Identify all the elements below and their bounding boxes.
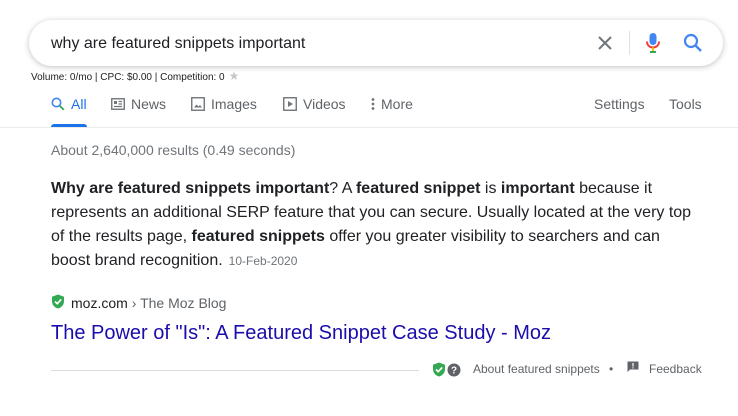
tab-label: More [381, 96, 413, 112]
svg-text:?: ? [451, 365, 457, 376]
tab-label: Videos [303, 96, 346, 112]
result-breadcrumb: › The Moz Blog [131, 295, 227, 311]
search-input[interactable] [51, 33, 591, 55]
help-icon[interactable]: ? [447, 363, 461, 382]
mic-icon[interactable] [641, 31, 665, 55]
snippet-date: 10-Feb-2020 [228, 254, 298, 268]
tab-images[interactable]: Images [191, 96, 257, 112]
tab-more[interactable]: More [371, 96, 413, 112]
news-icon [111, 98, 125, 110]
search-bar [29, 20, 723, 66]
snippet-bold-text: featured snippets [191, 228, 325, 245]
snippet-text: ? A [329, 180, 356, 197]
divider [629, 31, 630, 55]
tab-label: Tools [669, 96, 702, 112]
snippet-text: is [480, 180, 501, 197]
tab-label: All [71, 96, 87, 112]
tab-news[interactable]: News [111, 96, 166, 112]
video-icon [283, 97, 297, 111]
image-icon [191, 97, 205, 111]
tab-label: Images [211, 96, 257, 112]
divider [51, 370, 419, 371]
keyword-metrics: Volume: 0/mo | CPC: $0.00 | Competition:… [31, 69, 239, 83]
snippet-bold-text: featured snippet [355, 180, 481, 197]
tab-settings[interactable]: Settings [594, 96, 645, 112]
featured-snippet-text: Why are featured snippets important? A f… [51, 177, 701, 273]
verified-shield-icon [51, 294, 65, 312]
search-tabs: All News Images Videos More Settings Too… [0, 94, 738, 128]
active-tab-indicator [51, 124, 87, 127]
result-domain: moz.com [71, 295, 128, 311]
separator-dot: • [609, 362, 614, 376]
close-icon[interactable] [593, 31, 617, 55]
metrics-text: Volume: 0/mo | CPC: $0.00 | Competition:… [31, 72, 225, 83]
feedback-label: Feedback [649, 361, 702, 376]
tab-tools[interactable]: Tools [669, 96, 702, 112]
star-icon[interactable]: ★ [229, 69, 240, 83]
result-cite[interactable]: moz.com › The Moz Blog [51, 294, 226, 312]
search-icon[interactable] [681, 31, 705, 55]
tab-label: News [131, 96, 167, 112]
result-stats: About 2,640,000 results (0.49 seconds) [51, 142, 296, 158]
feedback-button[interactable]: Feedback [627, 361, 702, 376]
snippet-bold-text: important [500, 180, 575, 197]
search-icon [51, 97, 65, 111]
snippet-bold-text: Why are featured snippets important [51, 180, 330, 197]
tab-all[interactable]: All [51, 96, 87, 112]
about-featured-snippets-link[interactable]: About featured snippets [473, 362, 600, 376]
snippet-body: Why are featured snippets important? A f… [51, 180, 691, 269]
about-icons: ? [432, 362, 461, 382]
more-vert-icon [371, 97, 375, 111]
tab-label: Settings [594, 96, 645, 112]
feedback-icon [627, 361, 639, 376]
verified-shield-icon [432, 362, 446, 382]
tab-videos[interactable]: Videos [283, 96, 346, 112]
result-title-link[interactable]: The Power of "Is": A Featured Snippet Ca… [51, 320, 551, 346]
